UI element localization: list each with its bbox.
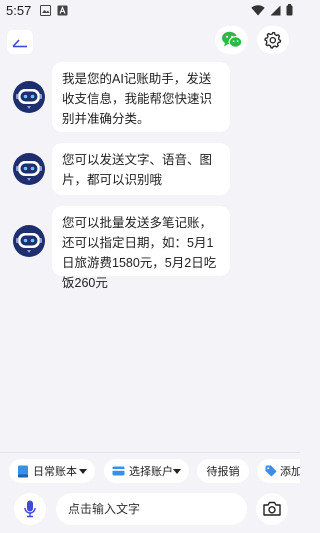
- image-notification-icon: [40, 5, 51, 16]
- robot-avatar: [13, 225, 45, 257]
- tag-icon: [265, 465, 277, 477]
- settings-button[interactable]: [257, 26, 289, 54]
- camera-icon: [263, 501, 281, 516]
- status-bar: 5:57: [0, 0, 300, 22]
- voice-button[interactable]: [14, 493, 46, 525]
- message-input[interactable]: [56, 493, 247, 525]
- top-bar: [0, 26, 300, 56]
- chat-message: 我是您的AI记账助手，发送收支信息，我能帮您快速识别并准确分类。: [12, 62, 292, 132]
- book-icon: [18, 465, 28, 477]
- back-arrow-icon: [12, 39, 27, 48]
- status-time: 5:57: [6, 3, 32, 18]
- system-status-icons: [251, 4, 293, 16]
- robot-avatar: [13, 153, 45, 185]
- microphone-icon: [24, 500, 36, 518]
- wechat-icon: [222, 31, 243, 48]
- card-icon: [112, 466, 125, 476]
- camera-button[interactable]: [256, 493, 288, 525]
- robot-avatar: [13, 81, 45, 113]
- message-bubble: 您可以批量发送多笔记账，还可以指定日期，如：5月1日旅游费1580元，5月2日吃…: [52, 206, 230, 290]
- message-bubble: 您可以发送文字、语音、图片，都可以识别哦: [52, 143, 230, 195]
- divider: [0, 452, 300, 453]
- back-button[interactable]: [7, 30, 33, 54]
- wechat-button[interactable]: [215, 26, 248, 54]
- chat-message: 您可以发送文字、语音、图片，都可以识别哦: [12, 143, 292, 195]
- reimburse-chip[interactable]: 待报销: [197, 459, 249, 483]
- text-notification-icon: [57, 5, 68, 16]
- chat-message: 您可以批量发送多笔记账，还可以指定日期，如：5月1日旅游费1580元，5月2日吃…: [12, 206, 292, 290]
- quick-action-bar: 日常账本 选择账户 待报销 添加: [0, 459, 300, 485]
- message-bubble: 我是您的AI记账助手，发送收支信息，我能帮您快速识别并准确分类。: [52, 62, 230, 132]
- wifi-icon: [251, 4, 265, 15]
- gear-icon: [264, 31, 282, 49]
- add-tag-chip[interactable]: 添加: [257, 459, 300, 483]
- reimburse-label: 待报销: [206, 466, 240, 478]
- tag-label: 添加: [280, 466, 300, 478]
- caret-down-icon: [173, 468, 181, 474]
- caret-down-icon: [79, 468, 87, 474]
- signal-icon: [270, 5, 281, 15]
- battery-icon: [286, 4, 293, 16]
- ledger-select-chip[interactable]: 日常账本: [9, 459, 95, 483]
- input-bar: [0, 490, 300, 533]
- ledger-label: 日常账本: [33, 466, 77, 478]
- notification-icons: [40, 5, 68, 16]
- account-label: 选择账户: [129, 466, 173, 478]
- account-select-chip[interactable]: 选择账户: [104, 459, 189, 483]
